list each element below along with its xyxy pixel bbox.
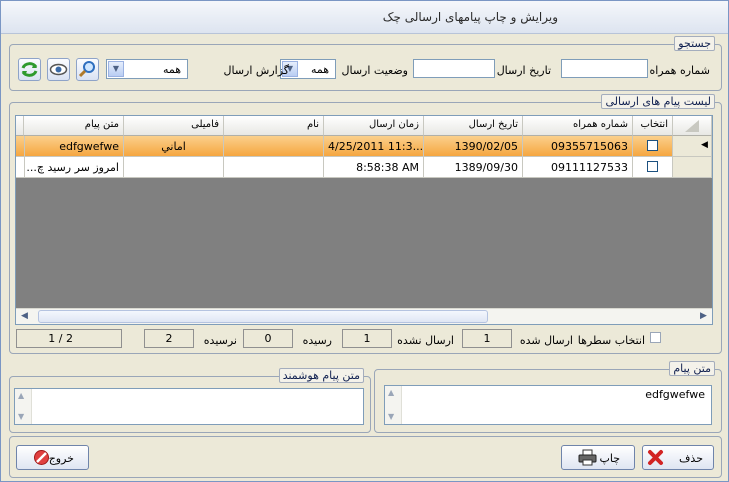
phone-label: شماره همراه (649, 64, 710, 77)
refresh-button[interactable] (18, 58, 41, 81)
smart-message-scrollbar[interactable]: ▲ ▼ (15, 389, 32, 424)
view-icon (49, 63, 68, 76)
scroll-up-icon[interactable]: ▲ (388, 388, 394, 397)
column-header-select[interactable]: انتخاب (633, 116, 673, 136)
cell-time: 4/25/2011 11:3... (324, 136, 424, 157)
cell-family: اماني (124, 136, 224, 157)
page-indicator: 1 / 2 (16, 329, 122, 348)
smart-message-textarea[interactable]: ▲ ▼ (14, 388, 364, 425)
report-select[interactable]: همه ▼ (106, 59, 188, 79)
delete-button-label: حذف (679, 452, 703, 465)
row-select-cell (633, 136, 673, 157)
cell-message: edfgwefwe (24, 136, 124, 157)
message-text: edfgwefwe (645, 388, 705, 401)
row-select-checkbox[interactable] (647, 161, 658, 172)
cell-time: 8:58:38 AM (324, 157, 424, 178)
exit-icon (34, 450, 49, 465)
row-select-cell (633, 157, 673, 178)
search-group-label: جستجو (674, 36, 715, 51)
scroll-left-icon[interactable]: ◀ (21, 311, 28, 321)
cell-phone: 09355715063 (523, 136, 633, 157)
current-row-icon: ◀ (701, 140, 708, 150)
cell-date: 1389/09/30 (424, 157, 523, 178)
report-label: گزارش ارسال (223, 64, 289, 77)
scroll-up-icon[interactable]: ▲ (18, 391, 24, 400)
search-group: جستجو شماره همراه تاریخ ارسال وضعیت ارسا… (9, 36, 722, 91)
not-sent-label: ارسال نشده (397, 334, 454, 347)
refresh-icon (21, 62, 38, 77)
delete-icon (648, 450, 663, 465)
message-group: متن پیام ▲ ▼ edfgwefwe (374, 361, 722, 433)
scroll-down-icon[interactable]: ▼ (18, 412, 24, 421)
row-indicator (673, 157, 712, 178)
row-spacer (16, 136, 25, 157)
smart-message-group: متن پیام هوشمند ▲ ▼ (9, 368, 371, 433)
cell-name (224, 157, 324, 178)
sent-count: 1 (462, 329, 512, 348)
select-rows-label: انتخاب سطرها (577, 334, 645, 347)
print-button[interactable]: چاپ (561, 445, 635, 470)
not-delivered-label: نرسیده (203, 334, 237, 347)
cell-family (124, 157, 224, 178)
search-icon (78, 61, 95, 78)
column-header-family[interactable]: فامیلی (124, 116, 224, 136)
report-select-value: همه (162, 63, 181, 76)
delete-button[interactable]: حذف (642, 445, 714, 470)
print-button-label: چاپ (599, 452, 620, 465)
list-group-label: لیست پیام های ارسالی (601, 94, 715, 109)
not-sent-count: 1 (342, 329, 392, 348)
date-input[interactable] (413, 59, 495, 78)
message-textarea[interactable]: ▲ ▼ edfgwefwe (384, 385, 712, 425)
column-header-date[interactable]: تاریخ ارسال (424, 116, 523, 136)
message-scrollbar[interactable]: ▲ ▼ (385, 386, 402, 424)
search-button[interactable] (76, 58, 99, 81)
column-header-time[interactable]: زمان ارسال (324, 116, 424, 136)
select-rows-checkbox[interactable] (650, 332, 661, 343)
messages-grid[interactable]: انتخاب شماره همراه تاریخ ارسال زمان ارسا… (15, 115, 713, 325)
chevron-down-icon[interactable]: ▼ (108, 61, 124, 77)
scroll-down-icon[interactable]: ▼ (388, 412, 394, 421)
header-corner (673, 116, 712, 136)
row-indicator: ◀ (673, 136, 712, 157)
status-label: وضعیت ارسال (341, 64, 408, 77)
main-window: ویرایش و چاپ پیامهای ارسالی چک جستجو شما… (0, 0, 729, 482)
column-header-phone[interactable]: شماره همراه (523, 116, 633, 136)
cell-message: امروز سر رسید چ... (24, 157, 124, 178)
sent-label: ارسال شده (519, 334, 573, 347)
exit-button-label: خروج (48, 452, 74, 465)
status-select-value: همه (310, 63, 329, 76)
row-select-checkbox[interactable] (647, 140, 658, 151)
scrollbar-thumb[interactable] (38, 310, 488, 323)
message-group-label: متن پیام (669, 361, 715, 376)
cell-name (224, 136, 324, 157)
cell-date: 1390/02/05 (424, 136, 523, 157)
column-header-message[interactable]: متن پیام (24, 116, 124, 136)
corner-triangle-icon (685, 120, 699, 132)
phone-input[interactable] (561, 59, 648, 78)
printer-icon (578, 449, 597, 466)
row-spacer (16, 157, 25, 178)
header-spacer (16, 116, 24, 136)
scroll-right-icon[interactable]: ▶ (700, 311, 707, 321)
not-delivered-count: 2 (144, 329, 194, 348)
column-header-name[interactable]: نام (224, 116, 324, 136)
window-title: ویرایش و چاپ پیامهای ارسالی چک (382, 10, 558, 24)
date-label: تاریخ ارسال (496, 64, 551, 77)
delivered-label: رسیده (302, 334, 332, 347)
title-bar: ویرایش و چاپ پیامهای ارسالی چک (1, 1, 728, 34)
exit-button[interactable]: خروج (16, 445, 89, 470)
smart-message-group-label: متن پیام هوشمند (278, 368, 364, 383)
horizontal-scrollbar[interactable]: ◀ ▶ (16, 308, 712, 324)
cell-phone: 09111127533 (523, 157, 633, 178)
delivered-count: 0 (243, 329, 293, 348)
view-button[interactable] (47, 58, 70, 81)
